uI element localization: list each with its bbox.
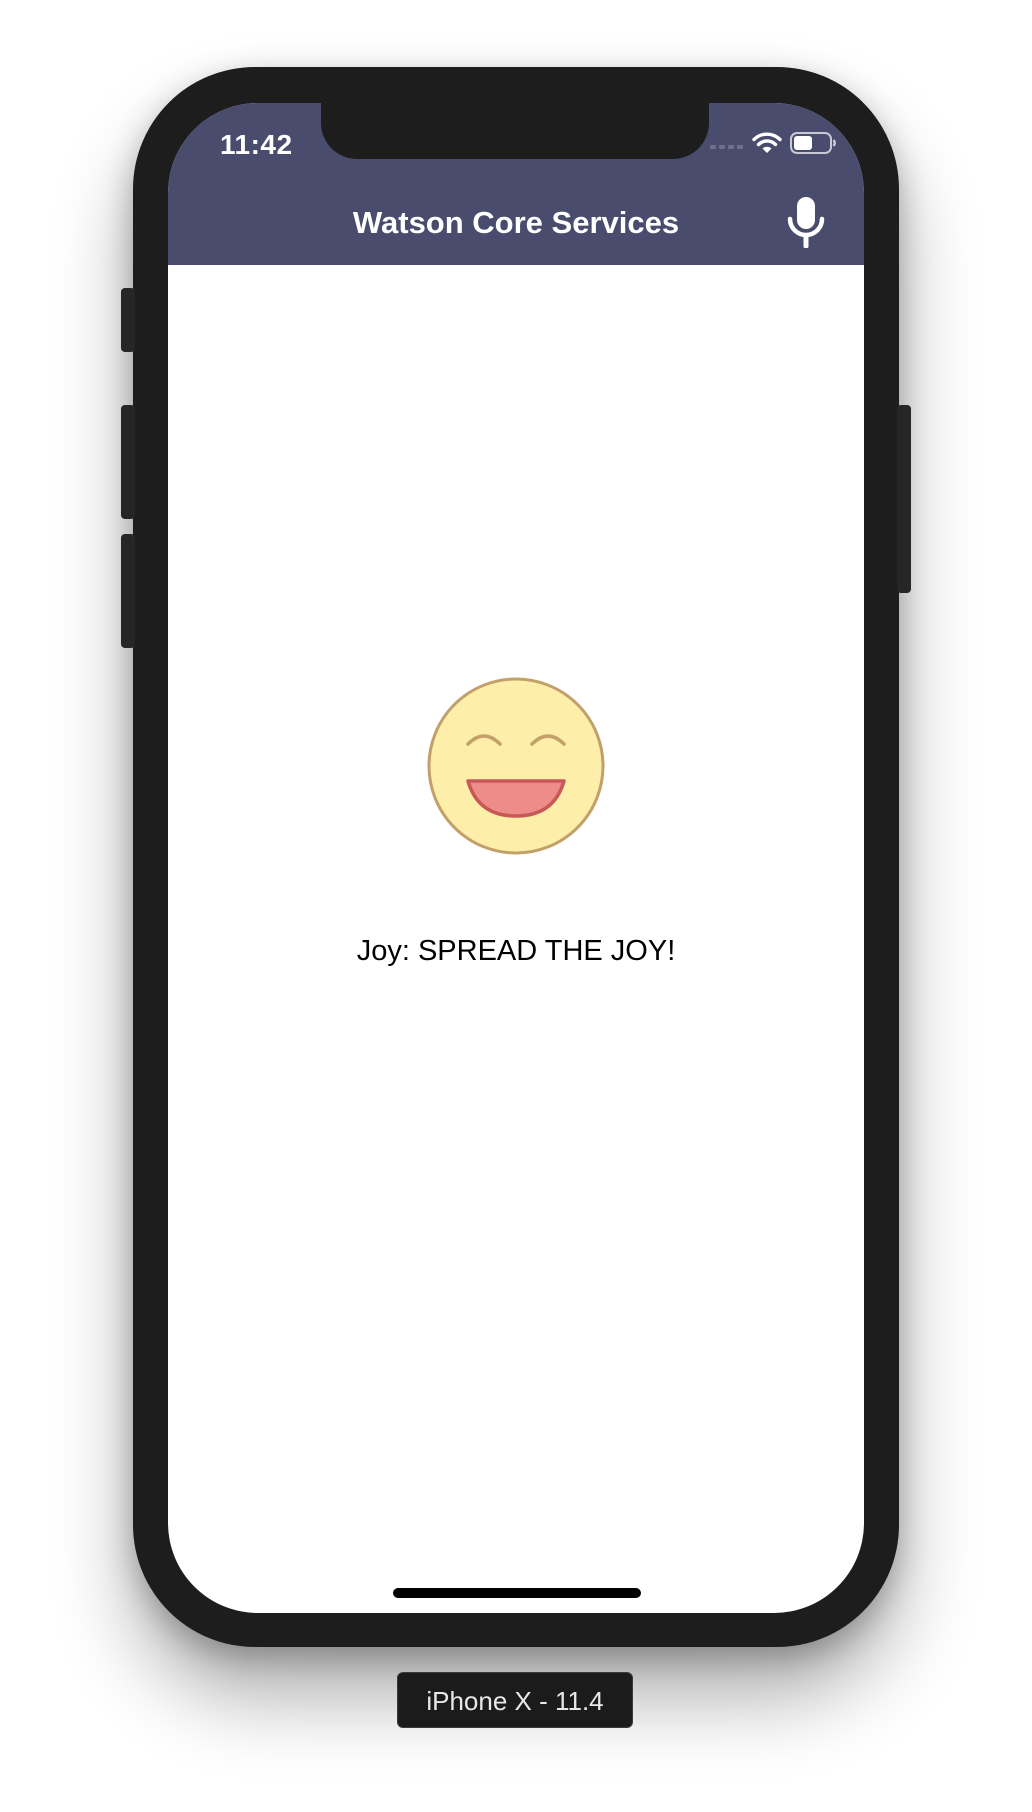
power-button bbox=[897, 405, 911, 593]
navbar-title: Watson Core Services bbox=[352, 205, 680, 240]
smiling-face-icon bbox=[426, 676, 606, 856]
microphone-button[interactable] bbox=[782, 195, 830, 253]
wifi-icon bbox=[752, 131, 782, 160]
simulator-stage: 11:42 Watson Core Services Joy: SPREAD T… bbox=[0, 0, 1032, 1812]
cellular-signal-icon bbox=[710, 136, 744, 154]
volume-up-button bbox=[121, 405, 135, 519]
navigation-bar: 11:42 Watson Core Services bbox=[168, 103, 864, 265]
status-time: 11:42 bbox=[220, 129, 293, 160]
mute-switch bbox=[121, 288, 135, 352]
volume-down-button bbox=[121, 534, 135, 648]
microphone-icon bbox=[786, 195, 826, 254]
device-notch bbox=[321, 103, 709, 159]
simulator-device-label: iPhone X - 11.4 bbox=[397, 1672, 633, 1728]
home-indicator[interactable] bbox=[393, 1588, 641, 1598]
app-screen: 11:42 Watson Core Services Joy: SPREAD T… bbox=[168, 103, 864, 1613]
battery-icon bbox=[790, 131, 836, 160]
status-icons bbox=[710, 131, 836, 159]
emotion-caption: Joy: SPREAD THE JOY! bbox=[356, 935, 676, 967]
